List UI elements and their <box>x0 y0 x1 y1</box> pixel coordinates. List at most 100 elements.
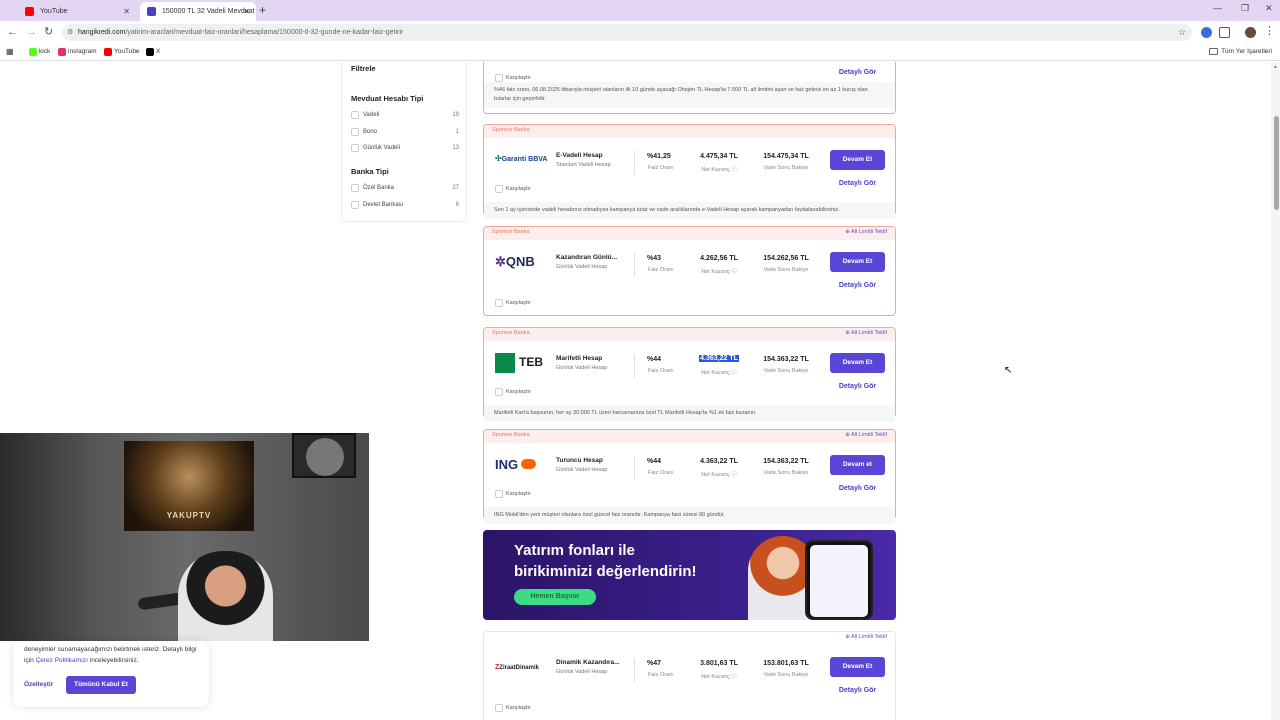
continue-button[interactable]: Devam Et <box>830 657 885 677</box>
tab-hangikredi[interactable]: 150000 TL 32 Vadeli Mevduat ✕ <box>140 2 256 21</box>
compare-checkbox[interactable]: Karşılaştır <box>495 388 531 397</box>
cookie-policy-link[interactable]: Çerez Politikamızı <box>36 657 88 664</box>
detail-link[interactable]: Detaylı Gör <box>830 687 885 694</box>
bookmark-kick[interactable]: kick <box>29 47 50 57</box>
filter-label: Devlet Bankası <box>363 202 404 208</box>
product-type: Günlük Vadeli Hesap <box>556 669 608 675</box>
close-tab-icon[interactable]: ✕ <box>243 2 250 21</box>
product-name: Turuncu Hesap <box>556 457 603 464</box>
url-input[interactable]: ⚙ hangikredi.com/yatirim-araclari/mevdua… <box>62 24 1192 41</box>
filter-gunluk-vadeli[interactable]: Günlük Vadeli 13 <box>351 143 459 153</box>
net-gain: 4.475,34 TL <box>700 153 738 160</box>
accept-all-button[interactable]: Tümünü Kabul Et <box>66 676 136 694</box>
maturity-balance-label: Vade Sonu Bakiye <box>763 368 809 374</box>
interest-rate-label: Faiz Oranı <box>648 470 674 476</box>
continue-button[interactable]: Devam Et <box>830 353 885 373</box>
compare-label: Karşılaştır <box>506 186 531 192</box>
filter-ozel-banka[interactable]: Özel Bankа 27 <box>351 183 459 193</box>
apps-grid-icon[interactable]: ▦ <box>6 47 14 57</box>
detail-link[interactable]: Detaylı Gör <box>830 485 885 492</box>
banner-line-2: birikiminizi değerlendirin! <box>514 563 697 580</box>
menu-kebab-icon[interactable]: ⋮ <box>1264 24 1275 38</box>
detail-link[interactable]: Detaylı Gör <box>830 180 885 187</box>
lower-limit-badge[interactable]: ⊕ Alt Limitli Teklif <box>845 634 887 640</box>
ziraat-logo: ZZiraatDinamik <box>495 664 539 671</box>
checkbox[interactable] <box>495 299 503 307</box>
close-tab-icon[interactable]: ✕ <box>123 2 130 21</box>
lower-limit-badge[interactable]: ⊕ Alt Limitli Teklif <box>845 330 887 336</box>
back-icon[interactable]: ← <box>7 25 18 39</box>
filter-label: Vadeli <box>363 112 380 118</box>
tab-title: YouTube <box>40 8 68 15</box>
continue-button[interactable]: Devam Et <box>830 252 885 272</box>
maturity-balance-label: Vade Sonu Bakiye <box>763 267 809 273</box>
interest-rate: %44 <box>647 356 662 363</box>
offer-card-garanti: Sponsor Banka ✣Garanti BBVA E-Vadeli Hes… <box>483 124 896 219</box>
detail-link[interactable]: Detaylı Gör <box>830 282 885 289</box>
bank-name: ING <box>495 457 519 472</box>
apply-now-button[interactable]: Hemen Başvur <box>514 589 596 605</box>
net-gain-label: Net Kazanç ⓘ <box>701 370 737 376</box>
detail-link[interactable]: Detaylı Gör <box>830 383 885 390</box>
bookmark-label: YouTube <box>114 48 140 55</box>
maturity-balance: 154.475,34 TL <box>763 153 809 160</box>
checkbox[interactable] <box>495 388 503 396</box>
compare-checkbox[interactable]: Karşılaştır <box>495 490 531 499</box>
filter-vadeli[interactable]: Vadeli 19 <box>351 110 459 120</box>
scrollbar[interactable]: ▲ <box>1271 62 1280 720</box>
interest-rate: %47 <box>647 660 662 667</box>
site-info-icon[interactable]: ⚙ <box>67 24 73 41</box>
reload-icon[interactable]: ↻ <box>44 25 53 39</box>
checkbox[interactable] <box>495 74 503 82</box>
product-type: Günlük Vadeli Hesap <box>556 467 608 473</box>
bookmark-x[interactable]: X <box>146 47 160 57</box>
extension-icon[interactable] <box>1201 27 1212 38</box>
customize-button[interactable]: Özelleştir <box>24 681 53 688</box>
continue-button[interactable]: Devam et <box>830 455 885 475</box>
new-tab-icon[interactable]: + <box>259 2 266 19</box>
checkbox[interactable] <box>351 111 359 119</box>
filter-devlet-bankasi[interactable]: Devlet Bankası 6 <box>351 200 459 210</box>
checkbox[interactable] <box>495 704 503 712</box>
continue-button[interactable]: Devam Et <box>830 150 885 170</box>
maturity-balance: 154.363,22 TL <box>763 356 809 363</box>
minimize-icon[interactable]: — <box>1213 3 1222 13</box>
checkbox[interactable] <box>351 128 359 136</box>
sponsor-strip <box>484 125 895 138</box>
forward-icon[interactable]: → <box>26 25 37 39</box>
compare-label: Karşılaştır <box>506 389 531 395</box>
all-bookmarks[interactable]: Tüm Yer İşaretleri <box>1209 47 1272 57</box>
kick-icon <box>29 48 37 56</box>
filter-bono[interactable]: Bono 1 <box>351 127 459 137</box>
lower-limit-badge[interactable]: ⊕ Alt Limitli Teklif <box>845 432 887 438</box>
checkbox[interactable] <box>351 144 359 152</box>
net-gain-label: Net Kazanç ⓘ <box>701 269 737 275</box>
garanti-logo: ✣Garanti BBVA <box>495 154 548 163</box>
investment-funds-banner[interactable]: Yatırım fonları ile birikiminizi değerle… <box>483 530 896 620</box>
checkbox[interactable] <box>351 184 359 192</box>
scroll-up-icon[interactable]: ▲ <box>1273 64 1278 70</box>
maturity-balance-label: Vade Sonu Bakiye <box>763 470 809 476</box>
offer-card-ziraat: ⊕ Alt Limitli Teklif ZZiraatDinamik Dina… <box>483 631 896 720</box>
bookmark-instagram[interactable]: instagram <box>58 47 97 57</box>
bookmark-star-icon[interactable]: ☆ <box>1178 24 1186 41</box>
checkbox[interactable] <box>495 490 503 498</box>
compare-checkbox[interactable]: Karşılaştır <box>495 704 531 713</box>
tab-youtube[interactable]: YouTube ✕ <box>18 2 136 21</box>
teb-mark-icon <box>495 353 515 373</box>
lower-limit-badge[interactable]: ⊕ Alt Limitli Teklif <box>845 229 887 235</box>
detail-link[interactable]: Detaylı Gör <box>830 69 885 76</box>
compare-checkbox[interactable]: Karşılaştır <box>495 185 531 194</box>
checkbox[interactable] <box>351 201 359 209</box>
scrollbar-thumb[interactable] <box>1274 116 1279 210</box>
checkbox[interactable] <box>495 185 503 193</box>
bookmark-label: kick <box>39 48 51 55</box>
instagram-icon <box>58 48 66 56</box>
compare-checkbox[interactable]: Karşılaştır <box>495 299 531 308</box>
close-window-icon[interactable]: ✕ <box>1265 3 1273 14</box>
profile-avatar[interactable] <box>1245 27 1256 38</box>
youtube-icon <box>25 7 34 16</box>
bookmark-youtube[interactable]: YouTube <box>104 47 140 57</box>
extensions-puzzle-icon[interactable] <box>1219 27 1230 38</box>
maximize-icon[interactable]: ❐ <box>1241 3 1249 14</box>
